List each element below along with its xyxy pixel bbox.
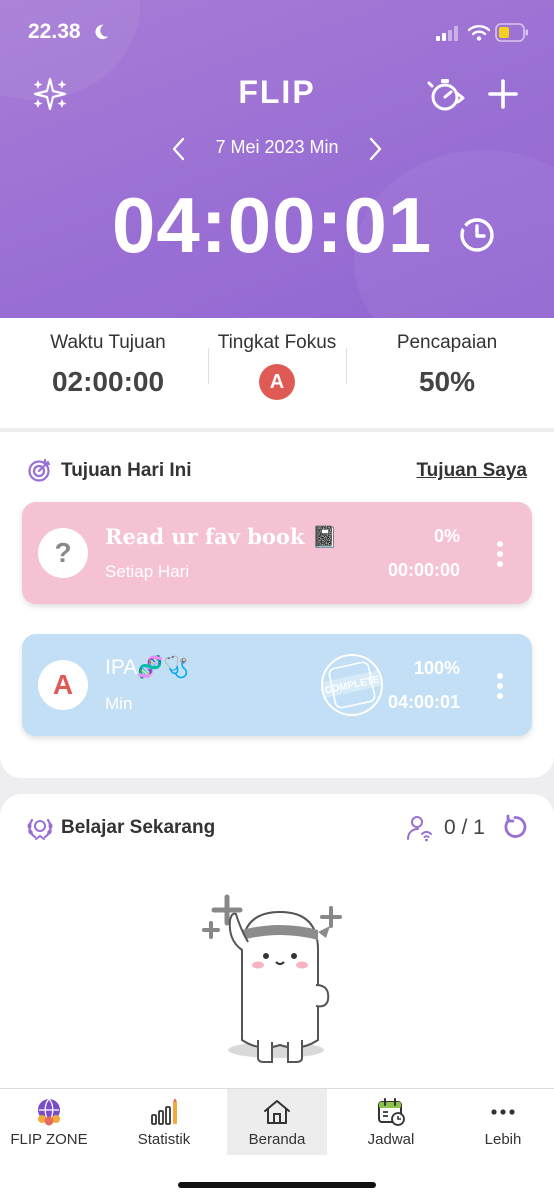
goal-percent: 100%: [413, 658, 460, 678]
study-count: 0 / 1: [444, 816, 485, 839]
more-options-icon[interactable]: [496, 672, 504, 700]
goal-time-stat: Waktu Tujuan 02:00:00: [16, 332, 200, 398]
goal-name: Read ur fav book 📓: [105, 524, 338, 549]
add-icon[interactable]: [488, 79, 518, 109]
achievement-value: 50%: [418, 366, 476, 397]
goal-card[interactable]: ? Read ur fav book 📓 Setiap Hari 0% 00:0…: [22, 502, 532, 604]
mascot-illustration: [202, 894, 342, 1063]
nav-label: Statistik: [137, 1131, 191, 1148]
nav-label: FLIP ZONE: [10, 1131, 88, 1148]
calendar-icon: [378, 1098, 405, 1126]
header: 22.38 FLIP 7 Mei 2023 Min 04:00:01: [0, 0, 554, 318]
goal-grade-avatar: A: [38, 660, 88, 710]
goal-percent: 0%: [433, 526, 460, 546]
next-date-icon[interactable]: [364, 137, 386, 161]
complete-stamp-icon: COMPLETE: [321, 654, 383, 716]
nav-label: Lebih: [484, 1131, 522, 1148]
user-online-icon: [407, 816, 432, 842]
section-title: Tujuan Hari Ini: [61, 460, 192, 481]
nav-statistics[interactable]: Statistik: [109, 1089, 219, 1155]
moon-icon: [95, 24, 109, 40]
nav-schedule[interactable]: Jadwal: [336, 1089, 446, 1155]
nav-label: Beranda: [248, 1131, 306, 1148]
nav-flip-zone[interactable]: FLIP ZONE: [0, 1089, 104, 1155]
date-row: 7 Mei 2023 Min: [0, 137, 554, 161]
flip-zone-icon: [38, 1098, 60, 1126]
refresh-icon[interactable]: [502, 814, 528, 840]
signal-icon: [436, 26, 458, 41]
nav-home[interactable]: Beranda: [227, 1089, 327, 1155]
goal-time-value: 02:00:00: [51, 366, 165, 397]
goal-name: IPA🧬🩺: [105, 656, 190, 679]
stopwatch-icon[interactable]: [426, 76, 466, 114]
current-date[interactable]: 7 Mei 2023 Min: [215, 137, 338, 157]
status-time: 22.38: [28, 20, 81, 43]
more-options-icon[interactable]: [496, 540, 504, 568]
focus-grade-badge: A: [259, 364, 295, 400]
more-icon: [491, 1109, 515, 1115]
target-icon: [28, 458, 51, 482]
goal-repeat: Min: [105, 694, 133, 713]
battery-icon: [495, 23, 528, 42]
achievement-label: Pencapaian: [396, 332, 498, 353]
wifi-icon: [468, 25, 490, 41]
study-now-section: Belajar Sekarang 0 / 1: [0, 794, 554, 1090]
goal-repeat: Setiap Hari: [105, 562, 190, 581]
app-logo: FLIP: [238, 74, 316, 110]
laurel-icon: [27, 818, 53, 840]
achievement-stat: Pencapaian 50%: [355, 332, 539, 398]
goal-time: 00:00:00: [387, 560, 460, 580]
todays-goals-section: Tujuan Hari Ini Tujuan Saya ? Read ur fa…: [0, 432, 554, 778]
divider: [346, 348, 347, 384]
goal-grade-avatar: ?: [38, 528, 88, 578]
focus-level-label: Tingkat Fokus: [217, 332, 337, 353]
clock-icon[interactable]: [458, 216, 496, 254]
home-indicator[interactable]: [178, 1182, 376, 1188]
goal-card[interactable]: A IPA🧬🩺 Min COMPLETE 100% 04:00:01: [22, 634, 532, 736]
goal-time: 04:00:01: [387, 692, 460, 712]
nav-label: Jadwal: [367, 1131, 415, 1148]
focus-level-stat: Tingkat Fokus A: [185, 332, 369, 400]
my-goals-link[interactable]: Tujuan Saya: [416, 460, 527, 482]
daily-stats: Waktu Tujuan 02:00:00 Tingkat Fokus A Pe…: [0, 318, 554, 428]
statistics-icon: [151, 1098, 177, 1125]
home-icon: [264, 1100, 290, 1124]
nav-more[interactable]: Lebih: [448, 1089, 554, 1155]
goal-time-label: Waktu Tujuan: [50, 332, 166, 353]
section-title: Belajar Sekarang: [61, 817, 216, 838]
total-study-time: 04:00:01: [112, 181, 433, 269]
